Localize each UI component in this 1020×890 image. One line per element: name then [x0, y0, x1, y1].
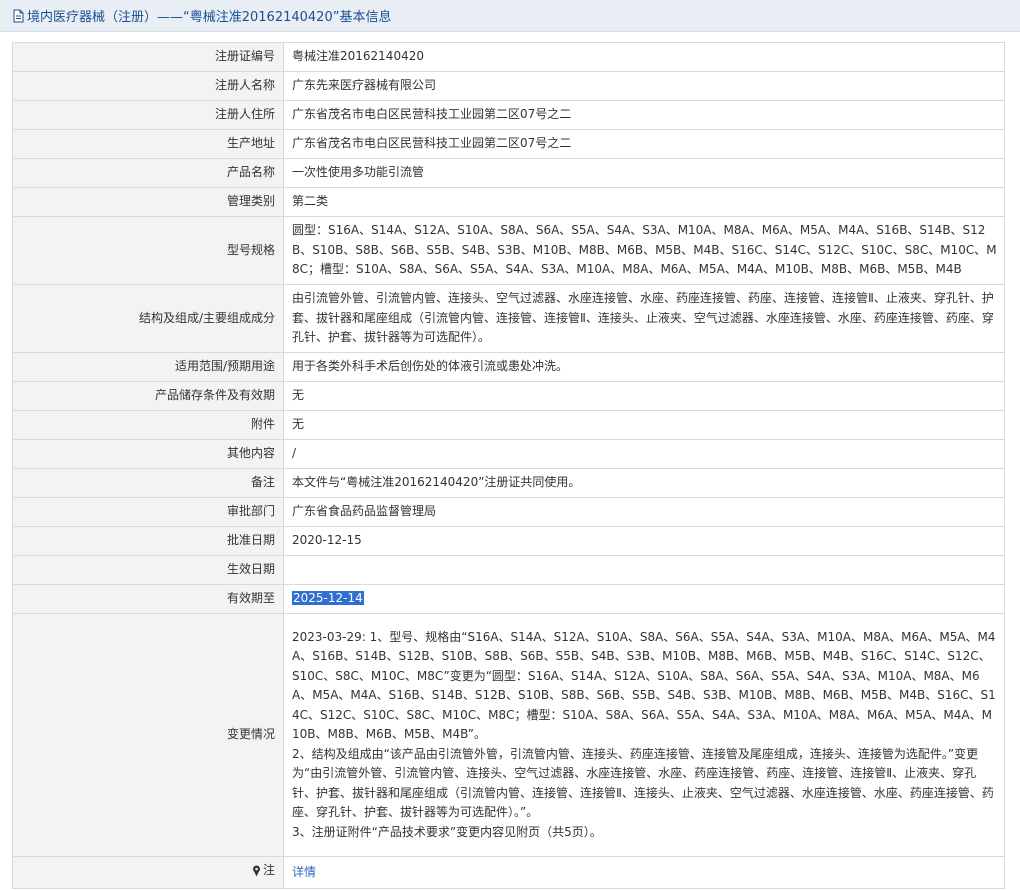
row-label: 其他内容 [12, 439, 284, 469]
row-value: 广东省食品药品监督管理局 [283, 497, 1005, 527]
table-row: 产品名称 一次性使用多功能引流管 [12, 158, 1005, 188]
detail-link[interactable]: 详情 [292, 865, 316, 879]
row-value: 2020-12-15 [283, 526, 1005, 556]
row-value: 无 [283, 410, 1005, 440]
change-line: 2023-03-29: 1、型号、规格由“S16A、S14A、S12A、S10A… [292, 629, 996, 742]
row-label: 生效日期 [12, 555, 284, 585]
table-row: 注册证编号 粤械注准20162140420 [12, 42, 1005, 72]
table-row: 变更情况 2023-03-29: 1、型号、规格由“S16A、S14A、S12A… [12, 613, 1005, 857]
pin-icon [252, 865, 261, 877]
table-row: 生产地址 广东省茂名市电白区民营科技工业园第二区07号之二 [12, 129, 1005, 159]
table-row: 批准日期 2020-12-15 [12, 526, 1005, 556]
table-row: 注 详情 [12, 856, 1005, 889]
row-label: 注册证编号 [12, 42, 284, 72]
table-row: 备注 本文件与“粤械注准20162140420”注册证共同使用。 [12, 468, 1005, 498]
table-row: 有效期至 2025-12-14 [12, 584, 1005, 614]
row-value: 由引流管外管、引流管内管、连接头、空气过滤器、水座连接管、水座、药座连接管、药座… [283, 284, 1005, 353]
page-header: 境内医疗器械（注册）——“粤械注准20162140420”基本信息 [0, 0, 1020, 32]
changes-value: 2023-03-29: 1、型号、规格由“S16A、S14A、S12A、S10A… [283, 613, 1005, 857]
change-line: 3、注册证附件“产品技术要求”变更内容见附页（共5页）。 [292, 824, 602, 839]
table-row: 型号规格 圆型：S16A、S14A、S12A、S10A、S8A、S6A、S5A、… [12, 216, 1005, 285]
row-label: 生产地址 [12, 129, 284, 159]
row-label: 备注 [12, 468, 284, 498]
row-label: 结构及组成/主要组成成分 [12, 284, 284, 353]
table-row: 注册人名称 广东先来医疗器械有限公司 [12, 71, 1005, 101]
row-value: 第二类 [283, 187, 1005, 217]
row-value: 粤械注准20162140420 [283, 42, 1005, 72]
row-value [283, 555, 1005, 585]
note-label: 注 [252, 861, 275, 881]
row-label: 批准日期 [12, 526, 284, 556]
row-label: 产品名称 [12, 158, 284, 188]
table-row: 生效日期 [12, 555, 1005, 585]
row-value: 圆型：S16A、S14A、S12A、S10A、S8A、S6A、S5A、S4A、S… [283, 216, 1005, 285]
row-value: 一次性使用多功能引流管 [283, 158, 1005, 188]
row-label: 附件 [12, 410, 284, 440]
note-label-text: 注 [262, 863, 275, 878]
row-value: 广东省茂名市电白区民营科技工业园第二区07号之二 [283, 100, 1005, 130]
row-label: 注册人名称 [12, 71, 284, 101]
page-title: 境内医疗器械（注册）——“粤械注准20162140420”基本信息 [27, 10, 392, 25]
change-line: 2、结构及组成由“该产品由引流管外管，引流管内管、连接头、药座连接管、连接管及尾… [292, 746, 994, 820]
row-value: / [283, 439, 1005, 469]
table-row: 审批部门 广东省食品药品监督管理局 [12, 497, 1005, 527]
row-label: 注册人住所 [12, 100, 284, 130]
row-value: 本文件与“粤械注准20162140420”注册证共同使用。 [283, 468, 1005, 498]
row-value: 广东先来医疗器械有限公司 [283, 71, 1005, 101]
table-row: 其他内容 / [12, 439, 1005, 469]
row-label: 型号规格 [12, 216, 284, 285]
row-label: 适用范围/预期用途 [12, 352, 284, 382]
table-row: 管理类别 第二类 [12, 187, 1005, 217]
table-row: 附件 无 [12, 410, 1005, 440]
row-value[interactable]: 2025-12-14 [283, 584, 1005, 614]
document-icon [12, 9, 25, 23]
table-row: 产品储存条件及有效期 无 [12, 381, 1005, 411]
valid-until-selected-text[interactable]: 2025-12-14 [292, 591, 364, 606]
table-row: 适用范围/预期用途 用于各类外科手术后创伤处的体液引流或患处冲洗。 [12, 352, 1005, 382]
row-value: 用于各类外科手术后创伤处的体液引流或患处冲洗。 [283, 352, 1005, 382]
row-label: 有效期至 [12, 584, 284, 614]
row-label: 产品储存条件及有效期 [12, 381, 284, 411]
row-label: 变更情况 [12, 613, 284, 857]
table-row: 注册人住所 广东省茂名市电白区民营科技工业园第二区07号之二 [12, 100, 1005, 130]
table-row: 结构及组成/主要组成成分 由引流管外管、引流管内管、连接头、空气过滤器、水座连接… [12, 284, 1005, 353]
row-label: 审批部门 [12, 497, 284, 527]
row-label: 管理类别 [12, 187, 284, 217]
row-label: 注 [12, 856, 284, 889]
row-value: 无 [283, 381, 1005, 411]
row-value: 详情 [283, 856, 1005, 889]
registration-info-table: 注册证编号 粤械注准20162140420 注册人名称 广东先来医疗器械有限公司… [12, 42, 1005, 889]
row-value: 广东省茂名市电白区民营科技工业园第二区07号之二 [283, 129, 1005, 159]
